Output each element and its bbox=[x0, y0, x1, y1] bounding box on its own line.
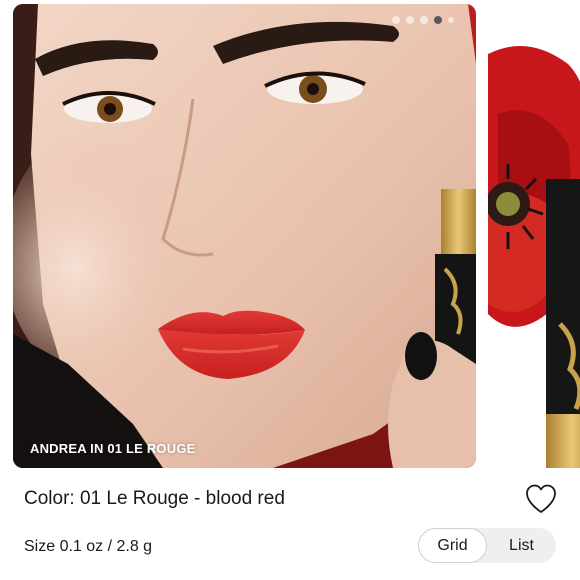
poppy-lipstick-photo bbox=[488, 4, 580, 468]
product-image-carousel[interactable]: ANDREA IN 01 LE ROUGE bbox=[0, 0, 580, 470]
toggle-list-button[interactable]: List bbox=[487, 528, 556, 563]
selected-color-label: Color: 01 Le Rouge - blood red bbox=[24, 488, 285, 509]
heart-outline-icon bbox=[526, 484, 556, 513]
carousel-dot-2[interactable] bbox=[406, 16, 414, 24]
carousel-dot-5[interactable] bbox=[448, 17, 454, 23]
wishlist-button[interactable] bbox=[524, 483, 558, 515]
carousel-dot-4[interactable] bbox=[434, 16, 442, 24]
carousel-pagination[interactable] bbox=[392, 15, 454, 25]
toggle-grid-button[interactable]: Grid bbox=[418, 528, 487, 563]
size-label: Size 0.1 oz / 2.8 g bbox=[24, 538, 153, 555]
slide-caption: ANDREA IN 01 LE ROUGE bbox=[30, 441, 196, 456]
carousel-dot-1[interactable] bbox=[392, 16, 400, 24]
carousel-dot-3[interactable] bbox=[420, 16, 428, 24]
carousel-slide-model[interactable] bbox=[13, 4, 476, 468]
product-detail-page: ANDREA IN 01 LE ROUGE Color: 01 Le Rouge… bbox=[0, 0, 580, 580]
shade-view-toggle[interactable]: Grid List bbox=[418, 528, 556, 563]
carousel-slide-next[interactable] bbox=[488, 4, 580, 468]
model-photo bbox=[13, 4, 476, 468]
